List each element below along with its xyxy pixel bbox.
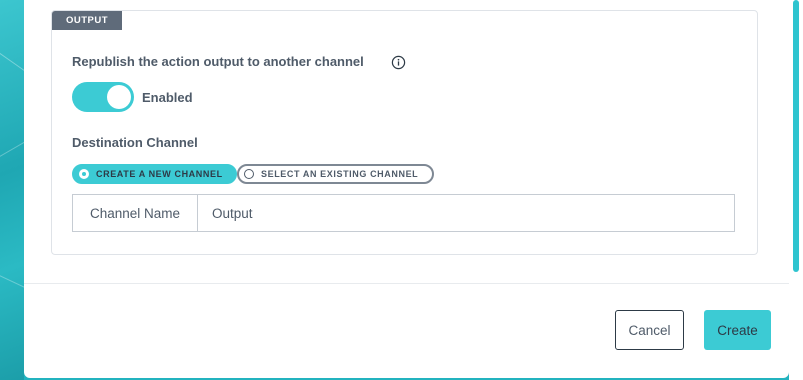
background-left [0, 0, 24, 380]
info-icon[interactable] [391, 55, 406, 70]
republish-label: Republish the action output to another c… [72, 54, 364, 69]
channel-name-field: Channel Name [72, 194, 735, 232]
output-section-tag: OUTPUT [52, 11, 122, 30]
scrollbar-thumb[interactable] [793, 0, 799, 272]
background-decoration [0, 135, 24, 166]
radio-unselected-icon [244, 169, 254, 179]
republish-toggle[interactable] [72, 82, 134, 112]
create-button[interactable]: Create [704, 310, 771, 350]
radio-select-existing-channel[interactable]: SELECT AN EXISTING CHANNEL [237, 164, 434, 184]
cancel-button[interactable]: Cancel [615, 310, 684, 350]
background-decoration [0, 42, 24, 79]
output-section-card: OUTPUT Republish the action output to an… [51, 10, 758, 255]
scrollbar[interactable] [789, 0, 803, 380]
radio-create-new-channel[interactable]: CREATE A NEW CHANNEL [72, 164, 237, 184]
radio-select-existing-channel-label: SELECT AN EXISTING CHANNEL [261, 169, 419, 179]
footer-divider [24, 283, 789, 284]
toggle-state-label: Enabled [142, 90, 193, 105]
radio-create-new-channel-label: CREATE A NEW CHANNEL [96, 169, 223, 179]
radio-selected-icon [79, 169, 89, 179]
background-decoration [0, 267, 24, 294]
destination-channel-label: Destination Channel [72, 135, 198, 150]
toggle-knob [107, 85, 131, 109]
channel-name-label: Channel Name [73, 195, 198, 231]
channel-name-input[interactable] [198, 195, 734, 231]
create-action-modal: OUTPUT Republish the action output to an… [24, 0, 789, 378]
